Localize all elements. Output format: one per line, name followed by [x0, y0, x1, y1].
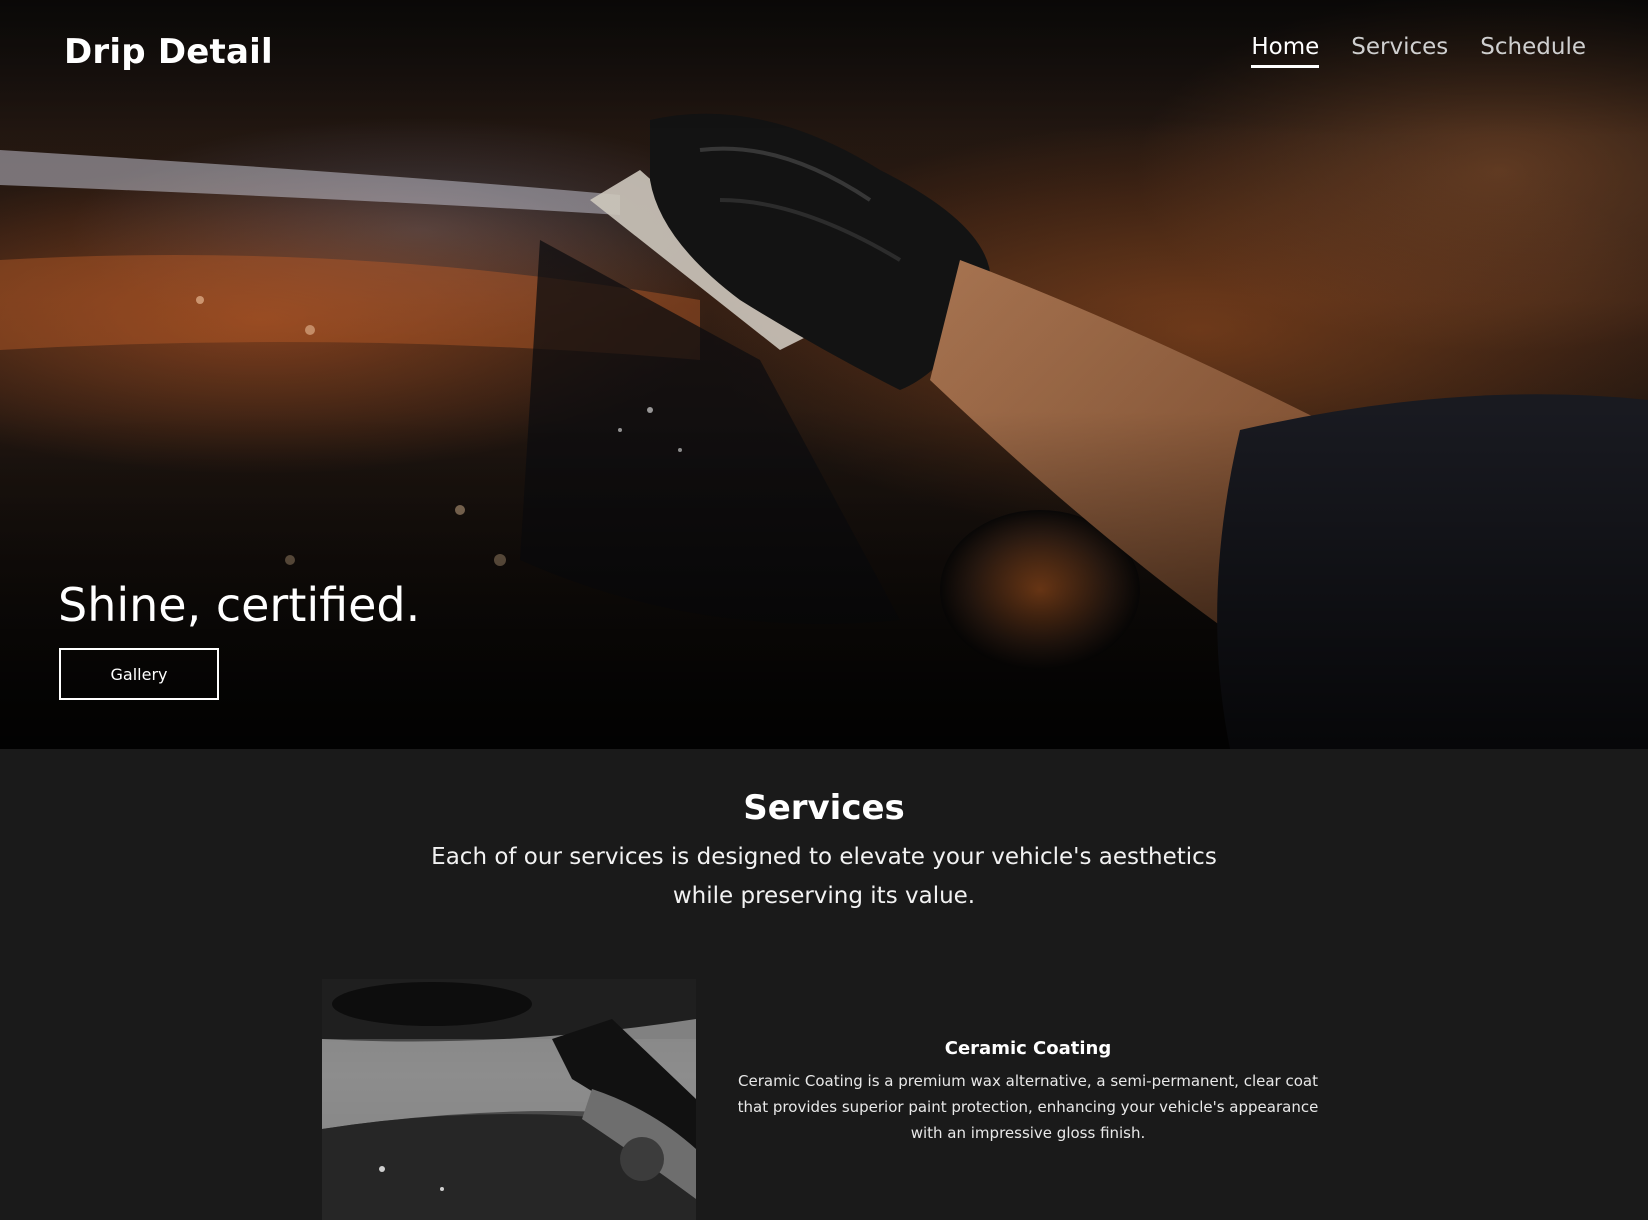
- brand-logo[interactable]: Drip Detail: [64, 32, 273, 72]
- ceramic-coating-photo: [322, 979, 696, 1220]
- nav-link-schedule[interactable]: Schedule: [1480, 34, 1586, 68]
- service-description: Ceramic Coating is a premium wax alterna…: [737, 1072, 1319, 1142]
- navbar: Drip Detail Home Services Schedule: [0, 0, 1648, 110]
- services-subtitle: Each of our services is designed to elev…: [431, 844, 1217, 909]
- nav-link-services[interactable]: Services: [1351, 34, 1448, 68]
- nav-links: Home Services Schedule: [1251, 34, 1586, 68]
- hero-overlay: [0, 0, 1648, 749]
- hero-title: Shine, certified.: [58, 578, 421, 632]
- services-title: Services: [743, 788, 905, 828]
- hero-section: Drip Detail Home Services Schedule Shine…: [0, 0, 1648, 749]
- service-name: Ceramic Coating: [944, 1038, 1112, 1059]
- nav-link-home[interactable]: Home: [1251, 34, 1320, 68]
- page: Drip Detail Home Services Schedule Shine…: [0, 0, 1648, 1220]
- ceramic-coating-image: [322, 979, 696, 1220]
- gallery-button[interactable]: Gallery: [59, 648, 219, 700]
